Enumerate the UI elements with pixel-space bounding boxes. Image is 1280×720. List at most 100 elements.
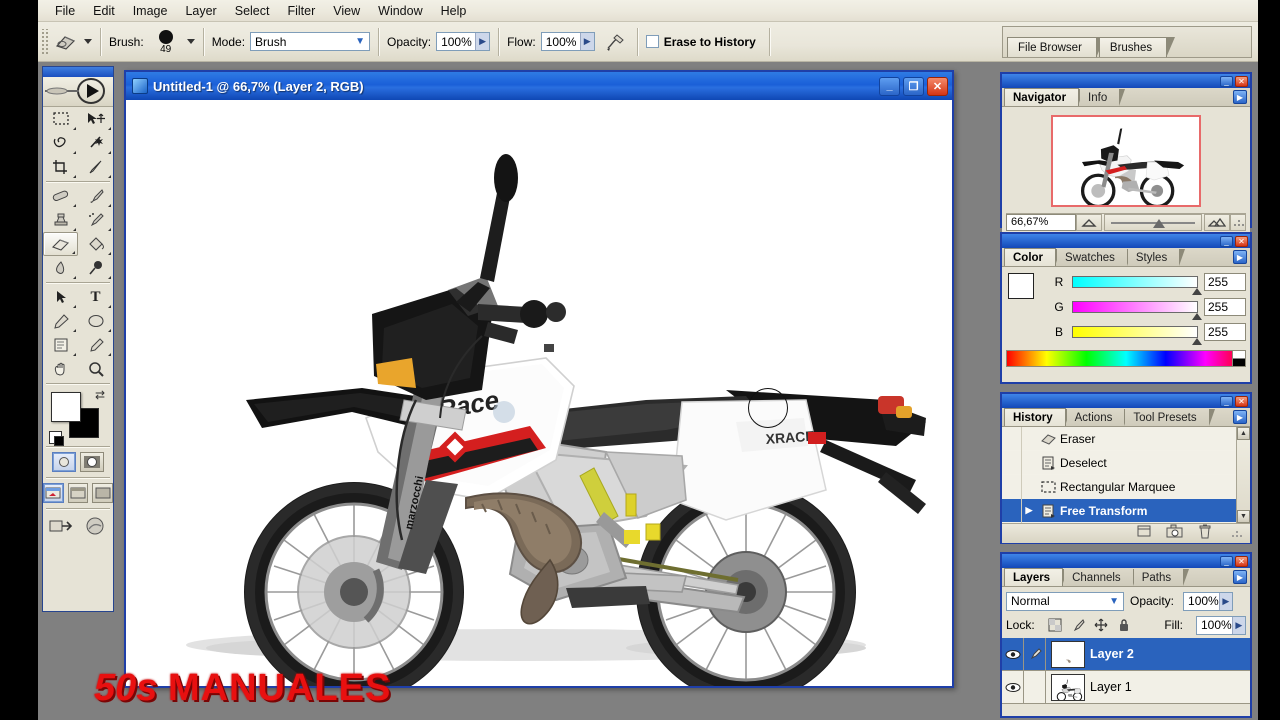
- navigator-zoom-slider[interactable]: [1104, 213, 1202, 231]
- hand-tool[interactable]: [43, 357, 78, 381]
- full-screen-menubar-mode-button[interactable]: [67, 483, 89, 503]
- zoom-out-icon[interactable]: [1076, 213, 1102, 231]
- green-value[interactable]: 255: [1204, 298, 1246, 316]
- history-scrollbar[interactable]: ▲ ▼: [1236, 427, 1250, 523]
- erase-to-history-checkbox[interactable]: Erase to History: [645, 35, 761, 49]
- close-button[interactable]: ✕: [927, 76, 948, 96]
- standard-mode-button[interactable]: [52, 452, 76, 472]
- menu-item-layer[interactable]: Layer: [176, 2, 225, 20]
- slice-tool[interactable]: [78, 155, 113, 179]
- standard-screen-mode-button[interactable]: [43, 483, 64, 503]
- green-slider[interactable]: [1072, 301, 1202, 320]
- fill-stepper-icon[interactable]: ▶: [1231, 616, 1245, 634]
- tab-info[interactable]: Info: [1080, 89, 1126, 106]
- lasso-tool[interactable]: [43, 131, 78, 155]
- close-icon[interactable]: ✕: [1235, 395, 1248, 407]
- tab-channels[interactable]: Channels: [1064, 569, 1139, 586]
- brush-preview[interactable]: 49: [149, 29, 183, 55]
- eraser-icon[interactable]: [52, 30, 80, 54]
- menu-item-file[interactable]: File: [46, 2, 84, 20]
- layer-visibility-eye-icon[interactable]: [1002, 637, 1024, 671]
- resize-grip-icon[interactable]: [1230, 213, 1246, 231]
- close-icon[interactable]: ✕: [1235, 555, 1248, 567]
- layer-thumbnail[interactable]: [1051, 673, 1085, 701]
- foreground-color-swatch[interactable]: [1008, 273, 1034, 299]
- layer-fill-input[interactable]: 100% ▶: [1196, 615, 1246, 635]
- menu-item-image[interactable]: Image: [124, 2, 177, 20]
- layers-title-bar[interactable]: _ ✕: [1002, 554, 1250, 568]
- toolbox-title-bar[interactable]: [43, 67, 113, 77]
- snapshot-cell[interactable]: [1002, 426, 1022, 451]
- options-bar-grip[interactable]: [40, 28, 48, 55]
- tab-paths[interactable]: Paths: [1133, 569, 1190, 586]
- menu-item-help[interactable]: Help: [432, 2, 476, 20]
- layer-visibility-eye-icon[interactable]: [1002, 670, 1024, 704]
- paint-bucket-tool[interactable]: [78, 232, 113, 256]
- flow-stepper-icon[interactable]: ▶: [579, 33, 594, 50]
- tab-history[interactable]: History: [1004, 408, 1071, 426]
- tab-navigator[interactable]: Navigator: [1004, 88, 1085, 106]
- menu-item-select[interactable]: Select: [226, 2, 279, 20]
- color-spectrum-ramp[interactable]: [1006, 350, 1246, 367]
- default-colors-icon[interactable]: [49, 431, 64, 446]
- color-title-bar[interactable]: _ ✕: [1002, 234, 1250, 248]
- document-canvas[interactable]: XRACE XRace marzocchi: [126, 100, 952, 686]
- maximize-button[interactable]: ❐: [903, 76, 924, 96]
- opacity-stepper-icon[interactable]: ▶: [475, 33, 490, 50]
- tab-layers[interactable]: Layers: [1004, 568, 1069, 586]
- snapshot-cell[interactable]: [1002, 474, 1022, 499]
- jump-to-imageready-icon[interactable]: [46, 514, 76, 538]
- history-item[interactable]: Eraser: [1002, 426, 1236, 451]
- shape-tool[interactable]: [78, 309, 113, 333]
- red-slider[interactable]: [1072, 276, 1202, 295]
- minimize-icon[interactable]: _: [1220, 235, 1233, 247]
- layer-active-brush-icon[interactable]: [1024, 637, 1046, 671]
- brush-tool[interactable]: [78, 184, 113, 208]
- menu-item-window[interactable]: Window: [369, 2, 431, 20]
- lock-image-icon[interactable]: [1071, 618, 1086, 633]
- quick-mask-mode-button[interactable]: [80, 452, 104, 472]
- eyedropper-tool[interactable]: [78, 333, 113, 357]
- minimize-icon[interactable]: _: [1220, 555, 1233, 567]
- type-tool[interactable]: T: [78, 285, 113, 309]
- layer-row-selected[interactable]: Layer 2: [1002, 637, 1250, 671]
- history-item-selected[interactable]: ▶ Free Transform: [1002, 498, 1236, 523]
- minimize-icon[interactable]: _: [1220, 395, 1233, 407]
- eraser-tool[interactable]: [43, 232, 78, 256]
- navigator-thumbnail[interactable]: [1051, 115, 1201, 207]
- menu-item-filter[interactable]: Filter: [278, 2, 324, 20]
- layer-thumbnail[interactable]: [1051, 640, 1085, 668]
- crop-tool[interactable]: [43, 155, 78, 179]
- scroll-down-icon[interactable]: ▼: [1237, 510, 1250, 523]
- close-icon[interactable]: ✕: [1235, 75, 1248, 87]
- layer-row[interactable]: Layer 1: [1002, 670, 1250, 704]
- snapshot-cell[interactable]: [1002, 498, 1022, 523]
- mode-select[interactable]: Brush ▼: [250, 32, 371, 51]
- blur-tool[interactable]: [43, 256, 78, 280]
- zoom-tool[interactable]: [78, 357, 113, 381]
- palette-menu-icon[interactable]: ▶: [1233, 570, 1247, 584]
- snapshot-cell[interactable]: [1002, 450, 1022, 475]
- trash-icon[interactable]: [1198, 524, 1212, 544]
- marquee-tool[interactable]: [43, 107, 78, 131]
- palette-menu-icon[interactable]: ▶: [1233, 250, 1247, 264]
- image-preview-icon[interactable]: [80, 514, 110, 538]
- new-snapshot-icon[interactable]: [1166, 524, 1184, 543]
- magic-wand-tool[interactable]: [78, 131, 113, 155]
- menu-item-edit[interactable]: Edit: [84, 2, 124, 20]
- notes-tool[interactable]: [43, 333, 78, 357]
- tab-color[interactable]: Color: [1004, 248, 1062, 266]
- black-white-swatch[interactable]: [1232, 351, 1245, 366]
- blue-slider[interactable]: [1072, 326, 1202, 345]
- clone-stamp-tool[interactable]: [43, 208, 78, 232]
- navigator-zoom-value[interactable]: 66,67%: [1006, 213, 1076, 231]
- navigator-title-bar[interactable]: _ ✕: [1002, 74, 1250, 88]
- scroll-up-icon[interactable]: ▲: [1237, 427, 1250, 440]
- foreground-color-swatch[interactable]: [51, 392, 81, 422]
- tab-styles[interactable]: Styles: [1127, 249, 1186, 266]
- blend-mode-select[interactable]: Normal ▼: [1006, 591, 1124, 611]
- tool-preset-chevron-down-icon[interactable]: [84, 39, 92, 44]
- minimize-button[interactable]: _: [879, 76, 900, 96]
- path-selection-tool[interactable]: [43, 285, 78, 309]
- history-title-bar[interactable]: _ ✕: [1002, 394, 1250, 408]
